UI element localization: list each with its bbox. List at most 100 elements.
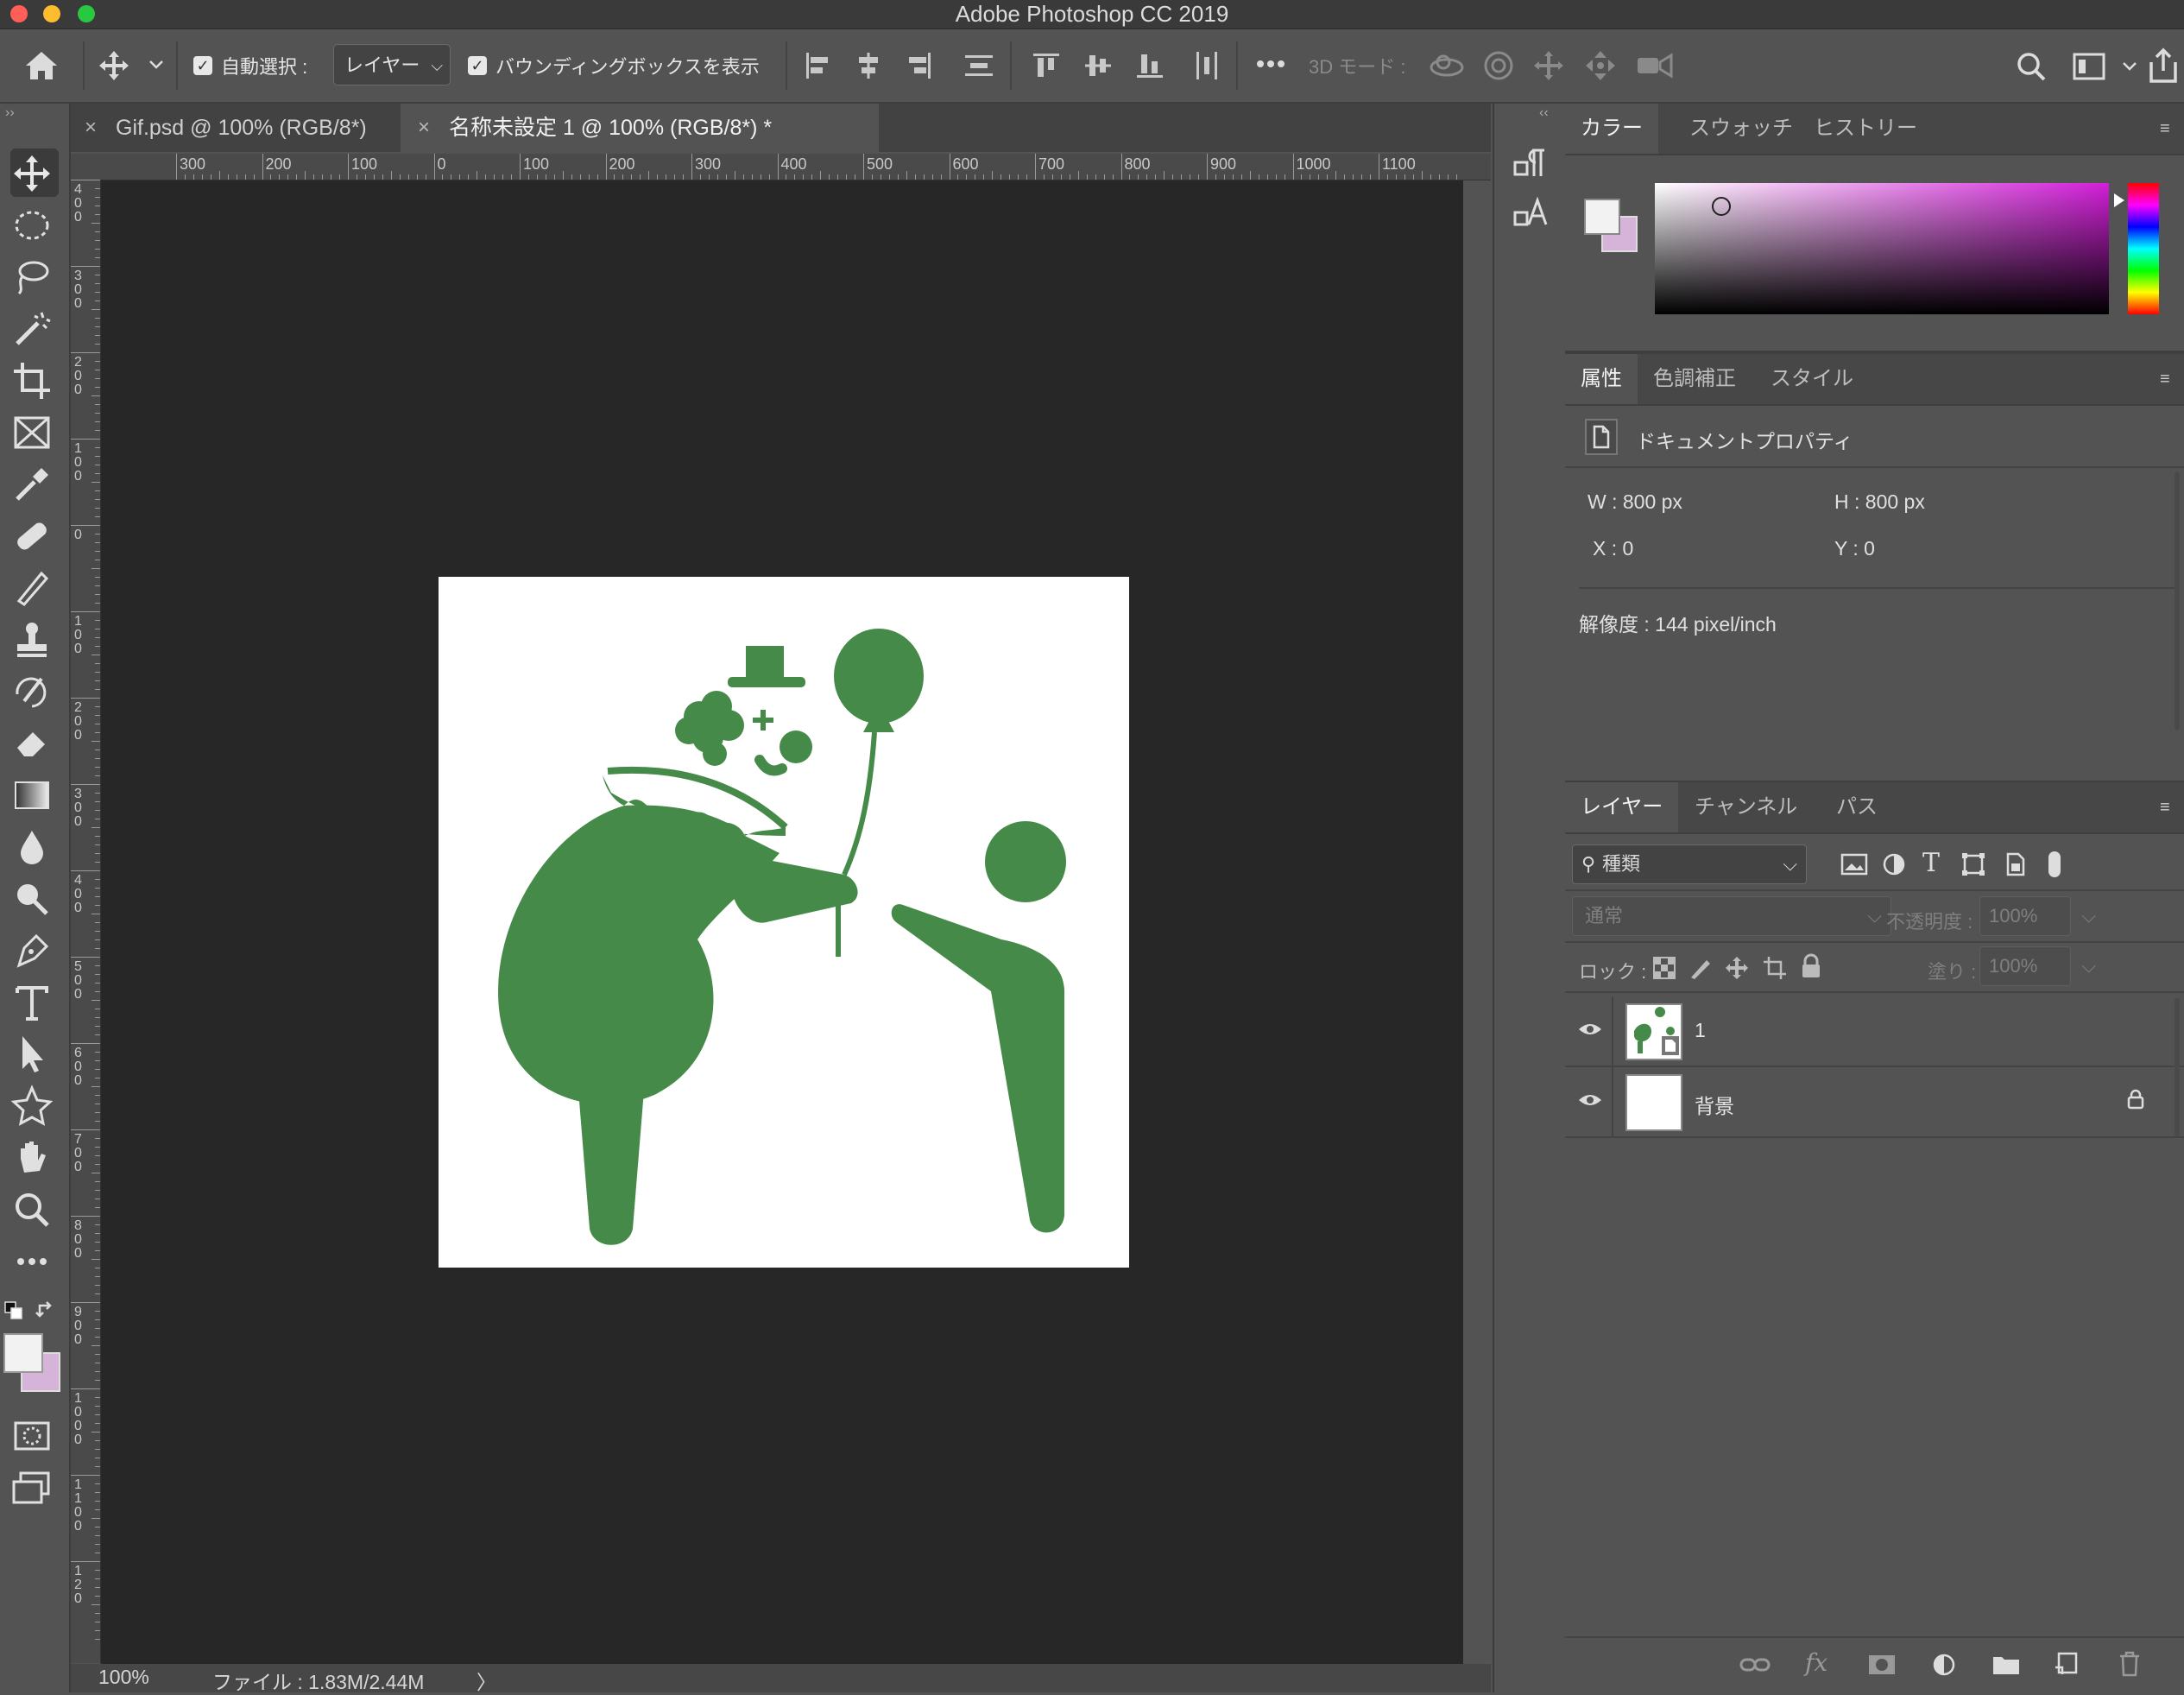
- custom-shape-tool-icon[interactable]: [9, 1083, 55, 1129]
- new-adjustment-layer-icon[interactable]: [1931, 1652, 1957, 1678]
- panel-menu-icon[interactable]: ≡: [2160, 119, 2175, 139]
- status-menu-arrow[interactable]: 〉: [477, 1666, 496, 1695]
- align-vertical-centers-icon[interactable]: [1083, 50, 1114, 81]
- 3d-scale-camera-icon[interactable]: [1635, 50, 1675, 81]
- new-layer-icon[interactable]: [2054, 1650, 2080, 1678]
- align-top-edges-icon[interactable]: [1031, 50, 1062, 81]
- chevron-down-icon[interactable]: [2122, 60, 2137, 73]
- screen-mode-icon[interactable]: [9, 1464, 55, 1511]
- lasso-tool-icon[interactable]: [9, 254, 55, 300]
- document-tab[interactable]: × Gif.psd @ 100% (RGB/8*): [71, 104, 399, 152]
- eraser-tool-icon[interactable]: [9, 720, 55, 767]
- align-left-edges-icon[interactable]: [803, 50, 834, 81]
- tab-styles[interactable]: スタイル: [1755, 354, 1869, 404]
- 3d-orbit-icon[interactable]: [1428, 48, 1466, 83]
- collapse-toolbar-icon[interactable]: ››: [5, 105, 15, 121]
- foreground-color-swatch[interactable]: [3, 1333, 43, 1373]
- layer-name[interactable]: 背景: [1695, 1090, 1734, 1119]
- clone-stamp-tool-icon[interactable]: [9, 617, 55, 663]
- gradient-tool-icon[interactable]: [9, 772, 55, 819]
- hand-tool-icon[interactable]: [9, 1135, 55, 1181]
- tab-close-button[interactable]: ×: [85, 104, 97, 152]
- tab-layers[interactable]: レイヤー: [1565, 782, 1679, 832]
- tab-close-button[interactable]: ×: [418, 104, 430, 152]
- horizontal-ruler[interactable]: 300 200 100 0 100 200 300 400 500 600 700 800 900 100…: [71, 154, 1491, 180]
- vertical-ruler[interactable]: 4 0 0 3 0 0 2 0 0 1 0 0 0 1 0 0 2 0 0 3 0 0 4 0 …: [71, 180, 101, 1663]
- edit-toolbar-icon[interactable]: [9, 1238, 55, 1285]
- foreground-color-swatch[interactable]: [1584, 199, 1620, 235]
- expand-panels-icon[interactable]: ‹‹: [1539, 105, 1549, 121]
- tab-paths[interactable]: パス: [1821, 782, 1893, 832]
- filter-shape-layers-icon[interactable]: [1960, 851, 1986, 877]
- 3d-pan-icon[interactable]: [1531, 48, 1566, 83]
- distribute-horizontal-icon[interactable]: [963, 50, 994, 81]
- history-brush-tool-icon[interactable]: [9, 668, 55, 715]
- layer-thumbnail[interactable]: [1625, 1003, 1682, 1060]
- filter-type-layers-icon[interactable]: T: [1922, 848, 1940, 878]
- tab-history[interactable]: ヒストリー: [1798, 104, 1933, 154]
- color-picker-field[interactable]: [1655, 183, 2109, 314]
- lock-icon[interactable]: [2126, 1088, 2145, 1110]
- align-bottom-edges-icon[interactable]: [1134, 50, 1165, 81]
- align-horizontal-centers-icon[interactable]: [853, 50, 884, 81]
- workspace-icon[interactable]: [2072, 52, 2106, 81]
- move-tool-icon[interactable]: [9, 150, 55, 197]
- healing-brush-tool-icon[interactable]: [9, 513, 55, 560]
- dodge-tool-icon[interactable]: [9, 876, 55, 922]
- lock-all-icon[interactable]: [1800, 953, 1822, 979]
- character-panel-icon[interactable]: [1512, 193, 1550, 231]
- eyedropper-tool-icon[interactable]: [9, 461, 55, 508]
- document-tab-active[interactable]: × 名称未設定 1 @ 100% (RGB/8*) *: [401, 104, 879, 152]
- auto-select-checkbox[interactable]: ✓ 自動選択 :: [193, 29, 307, 102]
- filter-toggle-switch[interactable]: [2048, 851, 2061, 877]
- share-icon[interactable]: [2146, 47, 2181, 85]
- color-picker-cursor[interactable]: [1712, 197, 1731, 216]
- lock-position-icon[interactable]: [1724, 955, 1750, 981]
- default-colors-icon[interactable]: [3, 1300, 24, 1321]
- distribute-vertical-icon[interactable]: [1191, 50, 1222, 81]
- filter-adjustment-layers-icon[interactable]: [1881, 851, 1907, 877]
- magic-wand-tool-icon[interactable]: [9, 306, 55, 352]
- hue-slider-handle-icon[interactable]: [2114, 193, 2124, 207]
- show-bounding-box-checkbox[interactable]: ✓ バウンディングボックスを表示: [468, 29, 760, 102]
- lock-artboard-icon[interactable]: [1762, 955, 1788, 981]
- pen-tool-icon[interactable]: [9, 927, 55, 974]
- fill-input[interactable]: 100% ⌵: [1979, 946, 2096, 986]
- search-icon[interactable]: [2015, 50, 2048, 83]
- blur-tool-icon[interactable]: [9, 824, 55, 870]
- layer-thumbnail[interactable]: [1625, 1074, 1682, 1131]
- eye-visibility-icon[interactable]: [1577, 1021, 1603, 1038]
- document-canvas[interactable]: [439, 577, 1129, 1268]
- opacity-input[interactable]: 100% ⌵: [1979, 896, 2096, 936]
- filter-smart-objects-icon[interactable]: [2004, 851, 2028, 877]
- brush-tool-icon[interactable]: [9, 565, 55, 611]
- new-group-folder-icon[interactable]: [1991, 1652, 2021, 1678]
- tab-channels[interactable]: チャンネル: [1679, 782, 1813, 832]
- trash-delete-icon[interactable]: [2118, 1650, 2142, 1678]
- type-tool-icon[interactable]: [9, 979, 55, 1026]
- path-selection-tool-icon[interactable]: [9, 1031, 55, 1078]
- layer-name[interactable]: 1: [1695, 1019, 1706, 1042]
- layer-filter-dropdown[interactable]: ⚲ 種類 ⌵: [1572, 844, 1807, 884]
- layer-style-fx-icon[interactable]: fx: [1805, 1648, 1827, 1677]
- swap-colors-icon[interactable]: [35, 1299, 57, 1321]
- panel-menu-icon[interactable]: ≡: [2160, 370, 2175, 389]
- lock-image-pixels-icon[interactable]: [1688, 955, 1714, 981]
- blend-mode-dropdown[interactable]: 通常 ⌵: [1572, 896, 1891, 936]
- hue-slider[interactable]: [2128, 183, 2159, 314]
- move-tool-icon[interactable]: [97, 48, 131, 83]
- zoom-tool-icon[interactable]: [9, 1186, 55, 1233]
- lock-transparent-pixels-icon[interactable]: [1651, 955, 1677, 981]
- tab-color[interactable]: カラー: [1565, 104, 1658, 154]
- link-layers-icon[interactable]: [1739, 1652, 1771, 1678]
- panel-menu-icon[interactable]: ≡: [2160, 798, 2175, 818]
- tab-adjustments[interactable]: 色調補正: [1638, 354, 1752, 404]
- marquee-tool-icon[interactable]: [9, 202, 55, 249]
- layers-scrollbar[interactable]: [2175, 998, 2180, 1136]
- home-icon[interactable]: [22, 47, 60, 85]
- properties-scrollbar[interactable]: [2175, 471, 2180, 730]
- zoom-level[interactable]: 100%: [98, 1666, 149, 1689]
- frame-tool-icon[interactable]: [9, 409, 55, 456]
- eye-visibility-icon[interactable]: [1577, 1091, 1603, 1109]
- crop-tool-icon[interactable]: [9, 357, 55, 404]
